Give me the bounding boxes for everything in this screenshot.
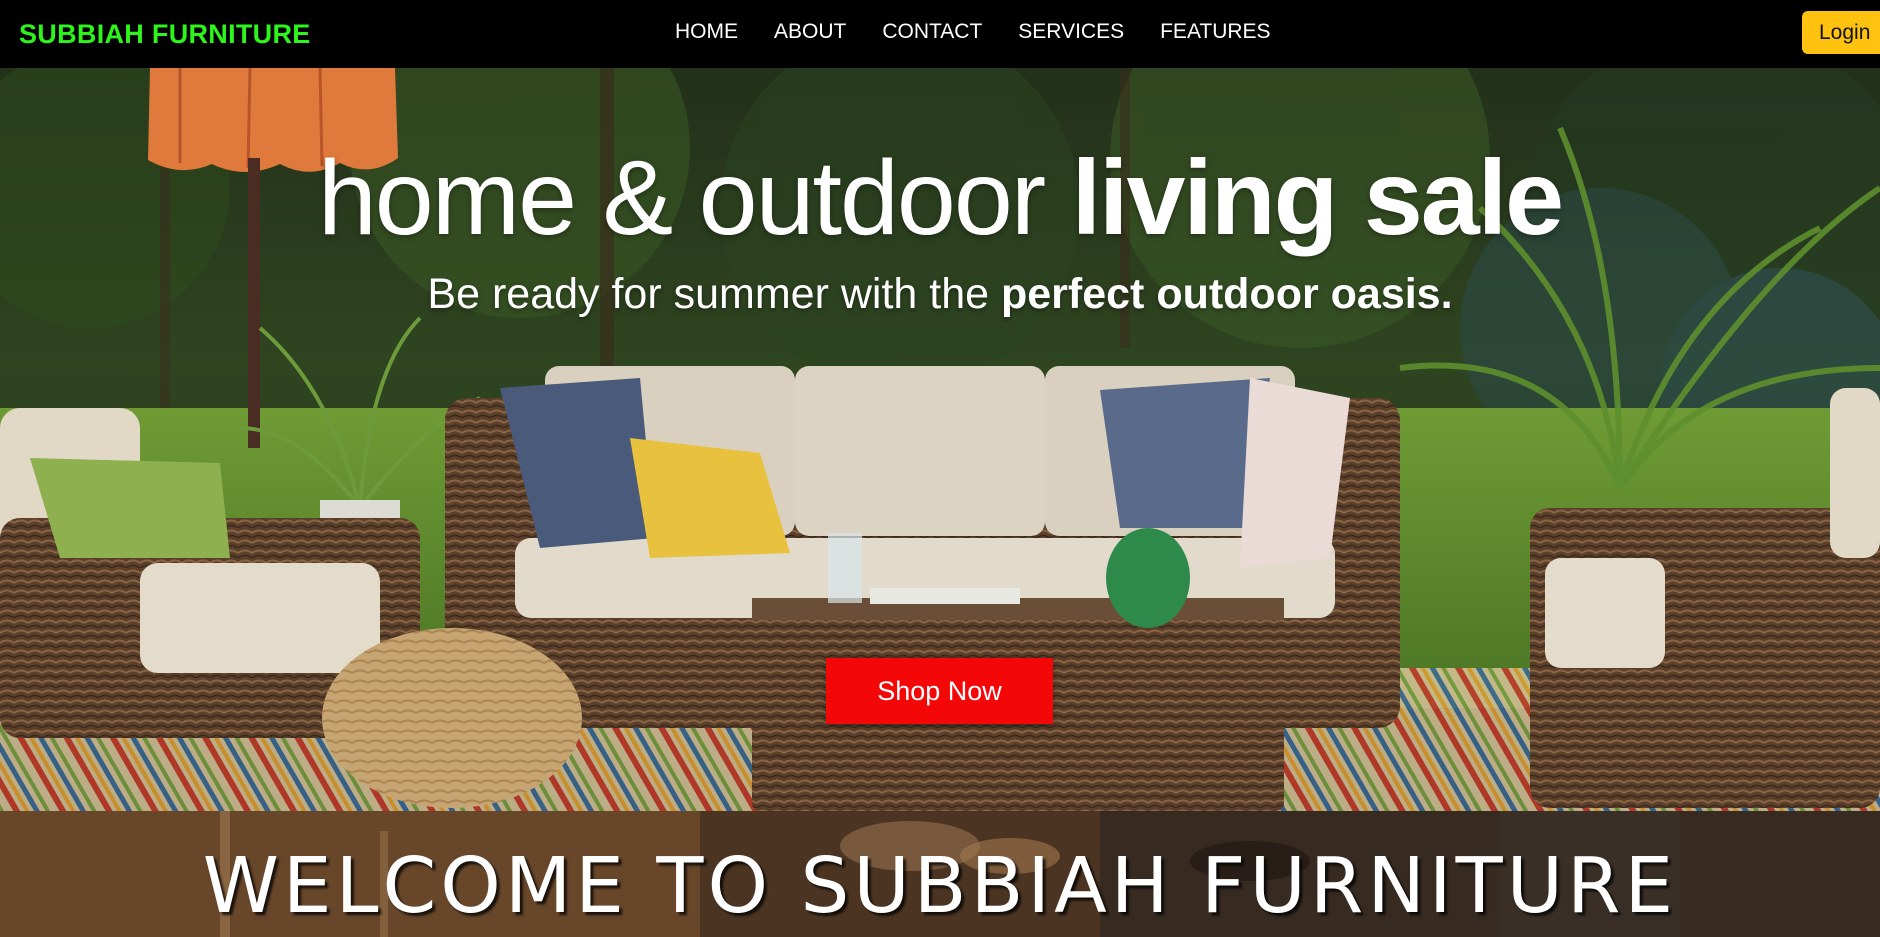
hero-title-bold: living sale <box>1071 139 1565 257</box>
hero-subtitle: Be ready for summer with the perfect out… <box>0 270 1880 319</box>
hero-subtitle-bold: perfect outdoor oasis. <box>1000 270 1453 318</box>
main-nav: HOME ABOUT CONTACT SERVICES FEATURES <box>675 20 1271 44</box>
welcome-heading: WELCOME TO SUBBIAH FURNITURE <box>202 842 1678 931</box>
hero-subtitle-regular: Be ready for summer with the <box>427 270 1001 318</box>
nav-link-home[interactable]: HOME <box>675 20 738 44</box>
shop-now-button[interactable]: Shop Now <box>826 658 1053 724</box>
top-navbar: SUBBIAH FURNITURE HOME ABOUT CONTACT SER… <box>0 0 1880 68</box>
hero-banner: home & outdoor living sale Be ready for … <box>0 68 1880 811</box>
hero-title-regular: home & outdoor <box>317 139 1072 257</box>
login-button[interactable]: Login <box>1802 11 1880 54</box>
nav-link-features[interactable]: FEATURES <box>1160 20 1270 44</box>
welcome-section: WELCOME TO SUBBIAH FURNITURE <box>0 811 1880 937</box>
nav-link-about[interactable]: ABOUT <box>774 20 846 44</box>
hero-title: home & outdoor living sale <box>0 140 1880 257</box>
nav-link-contact[interactable]: CONTACT <box>882 20 982 44</box>
brand-logo[interactable]: SUBBIAH FURNITURE <box>19 19 311 50</box>
nav-link-services[interactable]: SERVICES <box>1018 20 1124 44</box>
